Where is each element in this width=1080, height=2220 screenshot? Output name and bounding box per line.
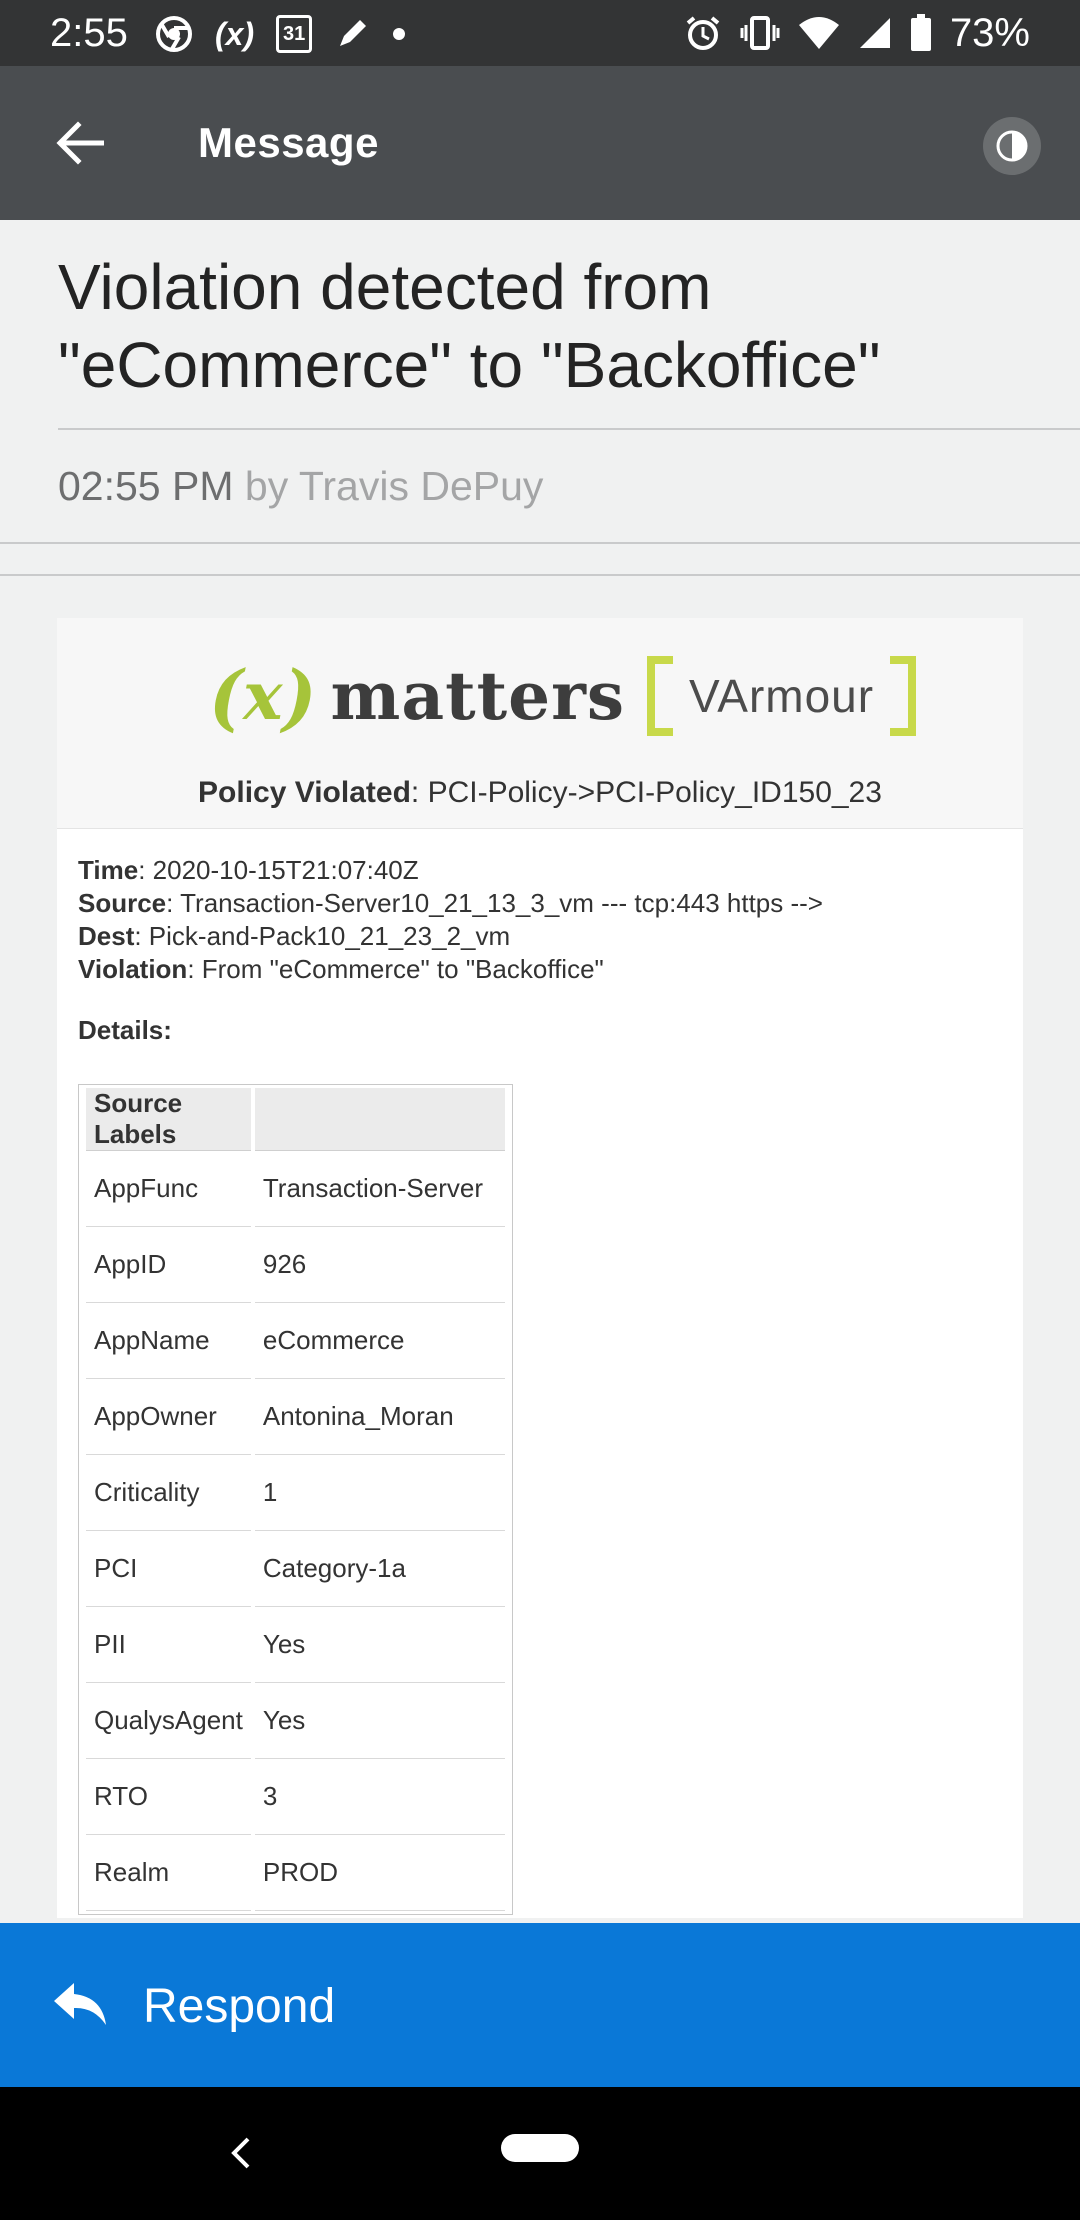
label-key: Criticality: [86, 1455, 251, 1531]
respond-label: Respond: [143, 1980, 336, 2033]
field-label: Source: [78, 888, 167, 918]
label-value: PROD: [254, 1835, 505, 1911]
divider: [58, 428, 1080, 430]
system-nav-bar: [0, 2087, 1080, 2220]
status-system-icons: 73%: [684, 10, 1030, 56]
logo-x: x: [243, 657, 283, 735]
varmour-logo: VArmour: [647, 656, 917, 736]
label-value: 1: [254, 1455, 505, 1531]
table-row: QualysAgent Yes: [86, 1683, 505, 1759]
page-title: Message: [198, 119, 379, 166]
label-key: AppFunc: [86, 1151, 251, 1227]
vibrate-icon: [740, 14, 780, 52]
policy-value: : PCI-Policy->PCI-Policy_ID150_23: [410, 776, 882, 809]
message-author: by Travis DePuy: [244, 463, 544, 509]
pen-icon: [334, 16, 370, 52]
label-key: AppName: [86, 1303, 251, 1379]
label-value: Category-1a: [254, 1531, 505, 1607]
column-header: [254, 1088, 505, 1151]
source-labels-table: Source Labels AppFunc Transaction-Server …: [78, 1084, 513, 1915]
logo-panel: ( x ) matters VArmour Policy Violated: P…: [57, 618, 1023, 829]
reply-icon: [54, 1983, 106, 2025]
label-key: PII: [86, 1607, 251, 1683]
table-row: RTO 3: [86, 1759, 505, 1835]
divider: [0, 574, 1080, 576]
xmatters-varmour-logo: ( x ) matters VArmour: [209, 653, 917, 739]
message-meta: 02:55 PM by Travis DePuy: [58, 460, 543, 512]
table-header-row: Source Labels: [86, 1088, 505, 1151]
field-label: Time: [78, 855, 139, 885]
field-label: Violation: [78, 954, 188, 984]
table-row: AppName eCommerce: [86, 1303, 505, 1379]
violation-fields: Time: 2020-10-15T21:07:40Z Source: Trans…: [78, 854, 1008, 986]
details-label: Details:: [78, 1015, 172, 1045]
field-violation: Violation: From "eCommerce" to "Backoffi…: [78, 953, 1008, 986]
varmour-logo-text: VArmour: [689, 670, 875, 722]
label-value: Antonina_Moran: [254, 1379, 505, 1455]
nav-home-pill[interactable]: [501, 2134, 579, 2162]
xmatters-notification-icon: (x): [215, 15, 255, 52]
dot-icon: [392, 27, 406, 41]
alarm-icon: [684, 14, 722, 52]
arrow-left-icon: [56, 121, 104, 165]
label-key: AppID: [86, 1227, 251, 1303]
battery-icon: [910, 14, 932, 52]
message-body-card: ( x ) matters VArmour Policy Violated: P…: [57, 618, 1023, 1918]
label-value: Yes: [254, 1607, 505, 1683]
table-row: PCI Category-1a: [86, 1531, 505, 1607]
label-key: Realm: [86, 1835, 251, 1911]
nav-back-icon[interactable]: [222, 2133, 262, 2173]
table-row: PII Yes: [86, 1607, 505, 1683]
field-value: : 2020-10-15T21:07:40Z: [138, 855, 419, 885]
column-header: Source Labels: [86, 1088, 251, 1151]
table-row: Realm PROD: [86, 1835, 505, 1911]
field-label: Dest: [78, 921, 135, 951]
field-value: : Transaction-Server10_21_13_3_vm --- tc…: [166, 888, 823, 918]
label-key: AppOwner: [86, 1379, 251, 1455]
policy-label: Policy Violated: [198, 776, 411, 809]
message-title: Violation detected from "eCommerce" to "…: [58, 251, 881, 401]
label-key: RTO: [86, 1759, 251, 1835]
signal-icon: [858, 16, 892, 50]
policy-violated-line: Policy Violated: PCI-Policy->PCI-Policy_…: [57, 774, 1023, 812]
logo-paren-open: (: [209, 653, 244, 739]
logo-matters-word: matters: [330, 657, 626, 735]
label-value: 926: [254, 1227, 505, 1303]
field-dest: Dest: Pick-and-Pack10_21_23_2_vm: [78, 920, 1008, 953]
logo-bracket-right: [890, 656, 917, 736]
back-button[interactable]: [50, 113, 110, 173]
status-notification-icons: (x) 31: [155, 12, 406, 56]
logo-bracket-left: [647, 656, 674, 736]
table-row: Criticality 1: [86, 1455, 505, 1531]
field-value: : From "eCommerce" to "Backoffice": [187, 954, 604, 984]
theme-toggle-button[interactable]: [983, 117, 1041, 175]
divider: [0, 542, 1080, 544]
message-header: Violation detected from "eCommerce" to "…: [0, 220, 1080, 576]
table-row: AppID 926: [86, 1227, 505, 1303]
field-time: Time: 2020-10-15T21:07:40Z: [78, 854, 1008, 887]
field-source: Source: Transaction-Server10_21_13_3_vm …: [78, 887, 1008, 920]
chrome-icon: [155, 15, 193, 53]
label-value: Yes: [254, 1683, 505, 1759]
calendar-day-number: 31: [282, 22, 306, 45]
app-bar: Message: [0, 66, 1080, 220]
field-value: : Pick-and-Pack10_21_23_2_vm: [134, 921, 511, 951]
battery-percent: 73%: [949, 11, 1030, 55]
status-time: 2:55: [50, 11, 128, 55]
wifi-icon: [798, 15, 840, 51]
table-row: AppFunc Transaction-Server: [86, 1151, 505, 1227]
label-value: eCommerce: [254, 1303, 505, 1379]
message-time: 02:55 PM: [58, 463, 234, 509]
label-key: QualysAgent: [86, 1683, 251, 1759]
status-bar: 2:55 (x) 31 73%: [0, 0, 1080, 66]
table-row: AppOwner Antonina_Moran: [86, 1379, 505, 1455]
label-value: 3: [254, 1759, 505, 1835]
logo-paren-close: ): [282, 653, 317, 739]
contrast-icon: [996, 130, 1028, 162]
respond-button[interactable]: Respond: [0, 1923, 1080, 2087]
label-value: Transaction-Server: [254, 1151, 505, 1227]
calendar-31-icon: 31: [276, 15, 313, 53]
label-key: PCI: [86, 1531, 251, 1607]
